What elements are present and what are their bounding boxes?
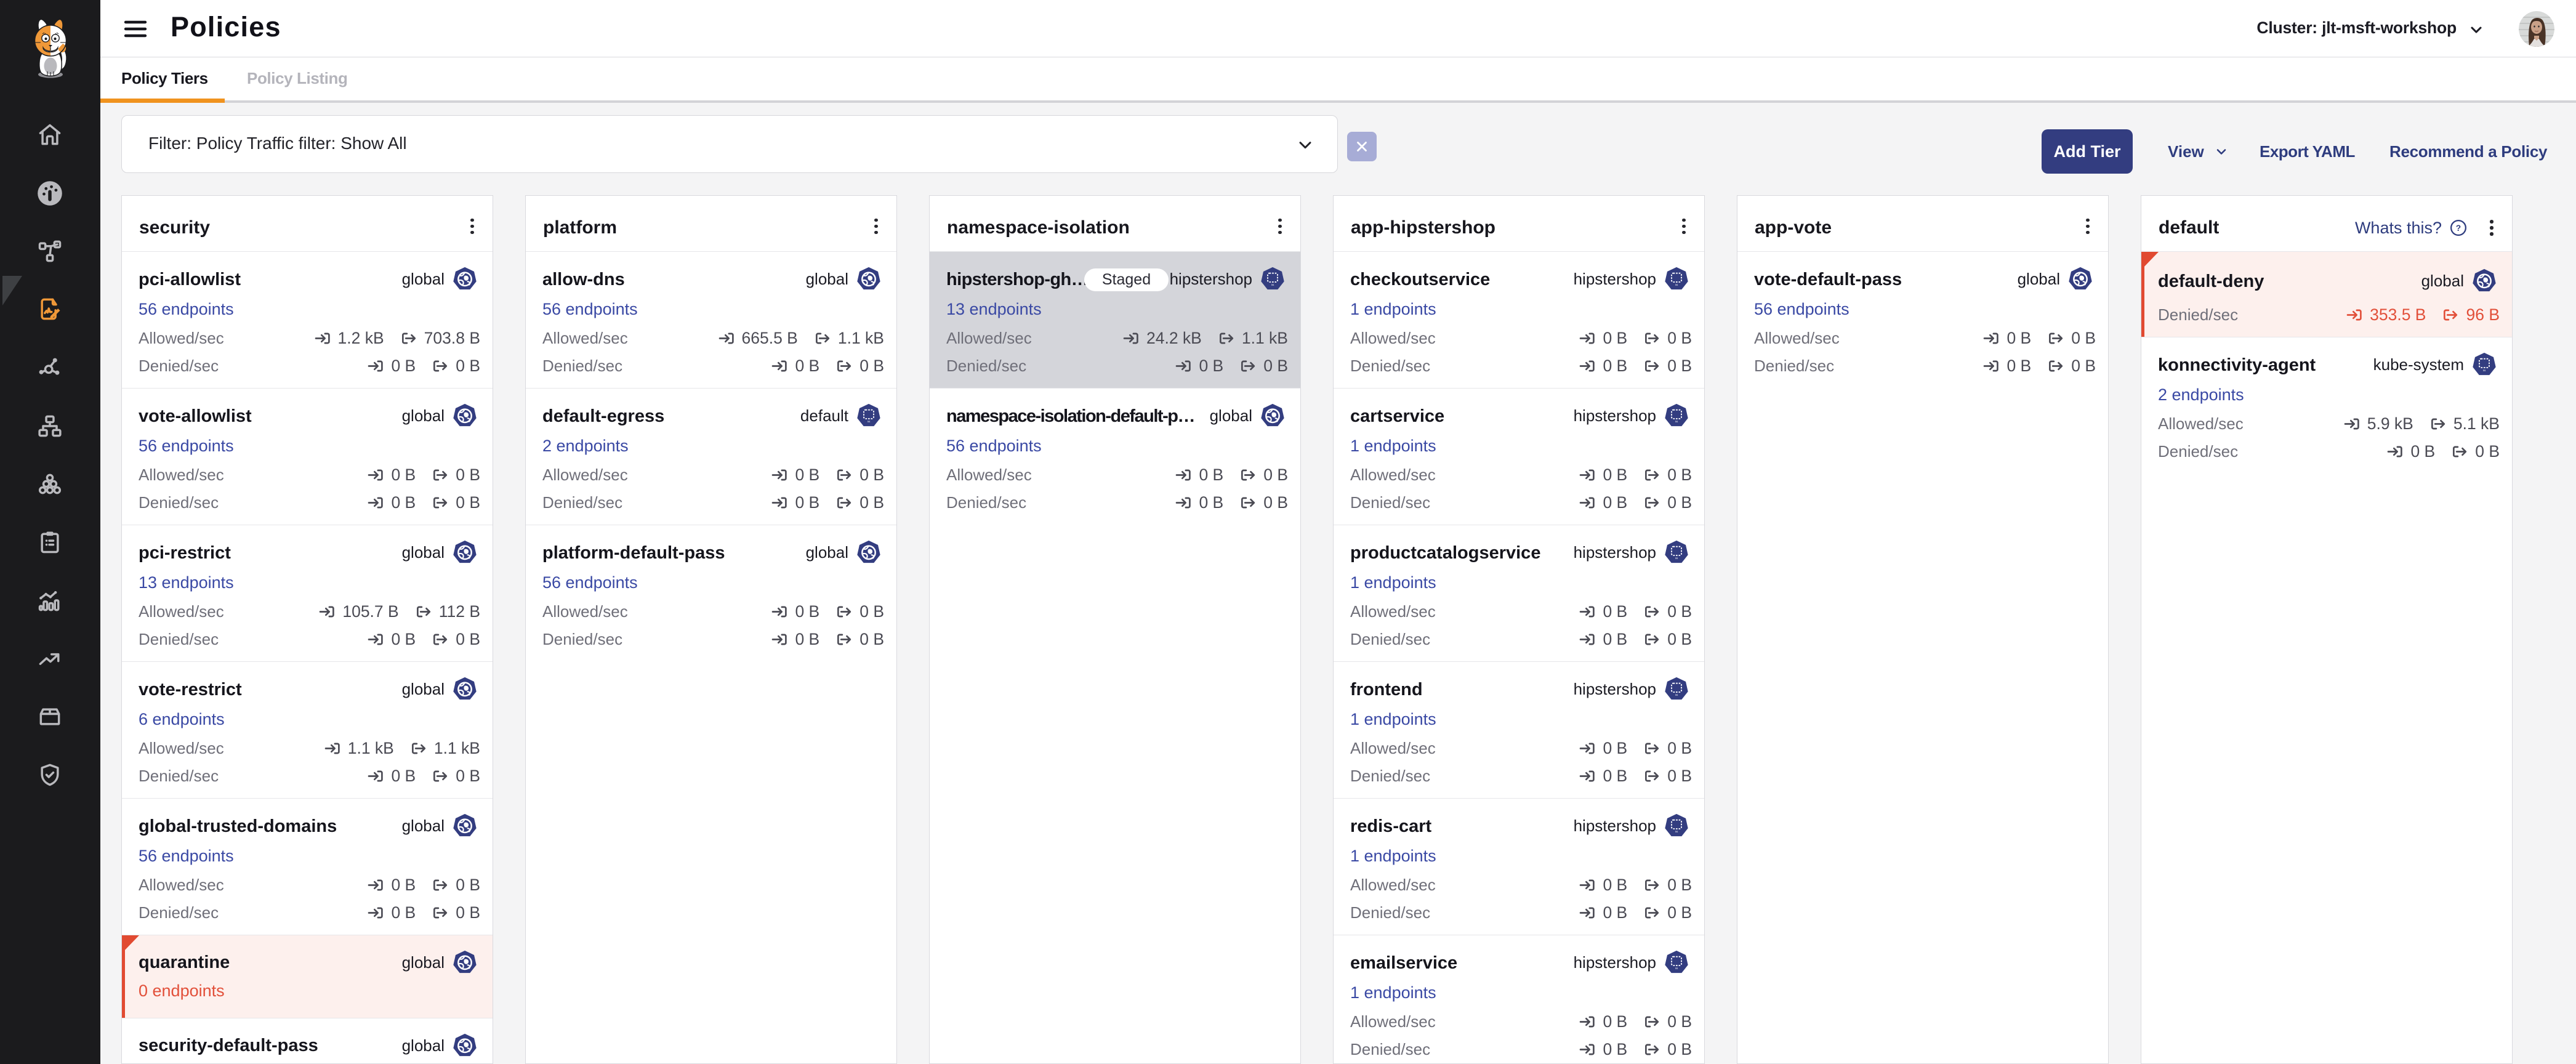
svg-text:ns: ns xyxy=(1271,283,1274,286)
svg-text:ns: ns xyxy=(1675,967,1678,970)
svg-text:ns: ns xyxy=(867,420,871,423)
svg-text:ns: ns xyxy=(1675,557,1678,560)
svg-text:ns: ns xyxy=(1675,283,1678,286)
svg-text:ns: ns xyxy=(1675,693,1678,696)
svg-text:?: ? xyxy=(2456,224,2461,233)
svg-text:ns: ns xyxy=(1675,830,1678,833)
svg-text:ns: ns xyxy=(2483,369,2486,372)
svg-text:ns: ns xyxy=(1675,420,1678,423)
